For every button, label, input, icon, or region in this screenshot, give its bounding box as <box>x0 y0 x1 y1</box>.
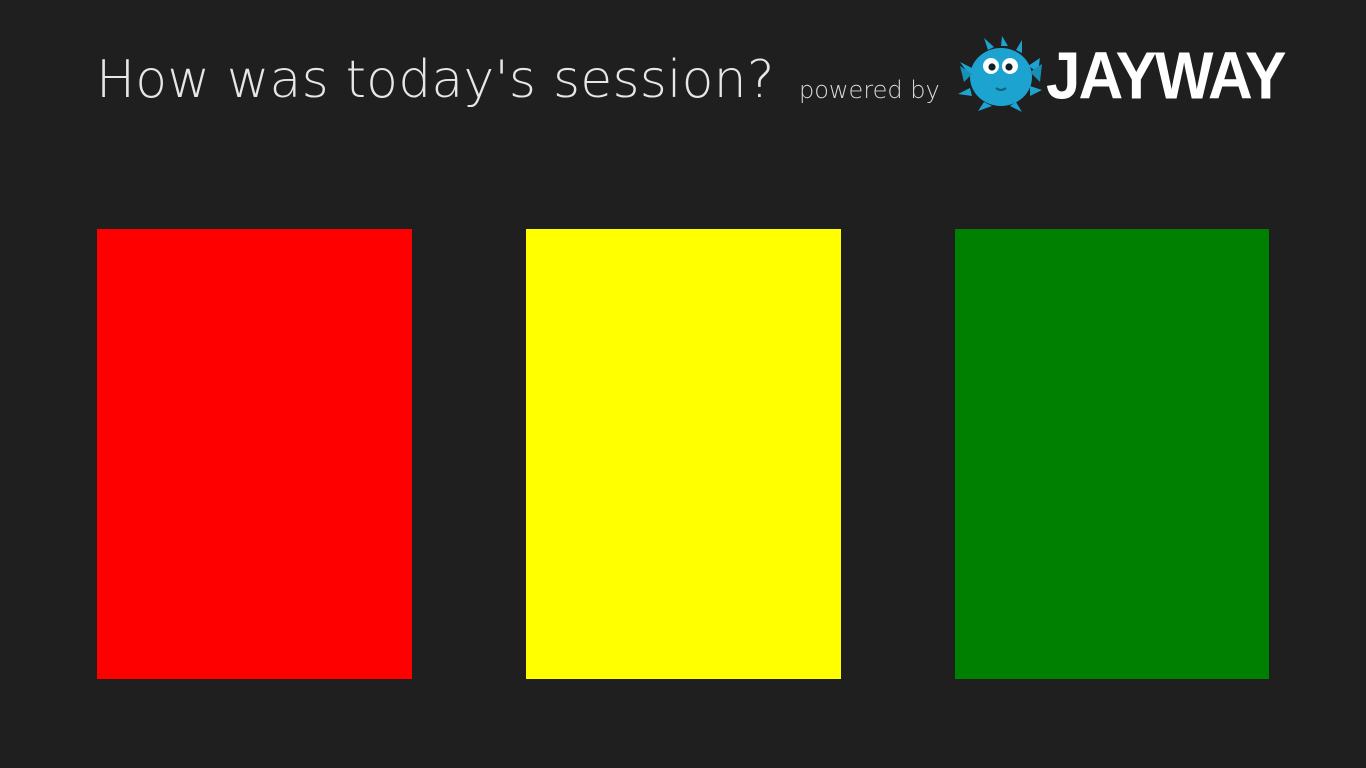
logo-wordmark: JAYWAY <box>1046 39 1286 114</box>
powered-by-label: powered by <box>799 76 940 104</box>
jayway-logo: JAYWAY <box>958 36 1286 120</box>
rating-green-button[interactable] <box>955 229 1269 679</box>
feedback-page: How was today's session? powered by JAYW… <box>0 0 1366 768</box>
page-title: How was today's session? <box>96 50 775 110</box>
rating-red-button[interactable] <box>97 229 412 679</box>
pufferfish-icon <box>958 36 1042 112</box>
rating-yellow-button[interactable] <box>526 229 841 679</box>
